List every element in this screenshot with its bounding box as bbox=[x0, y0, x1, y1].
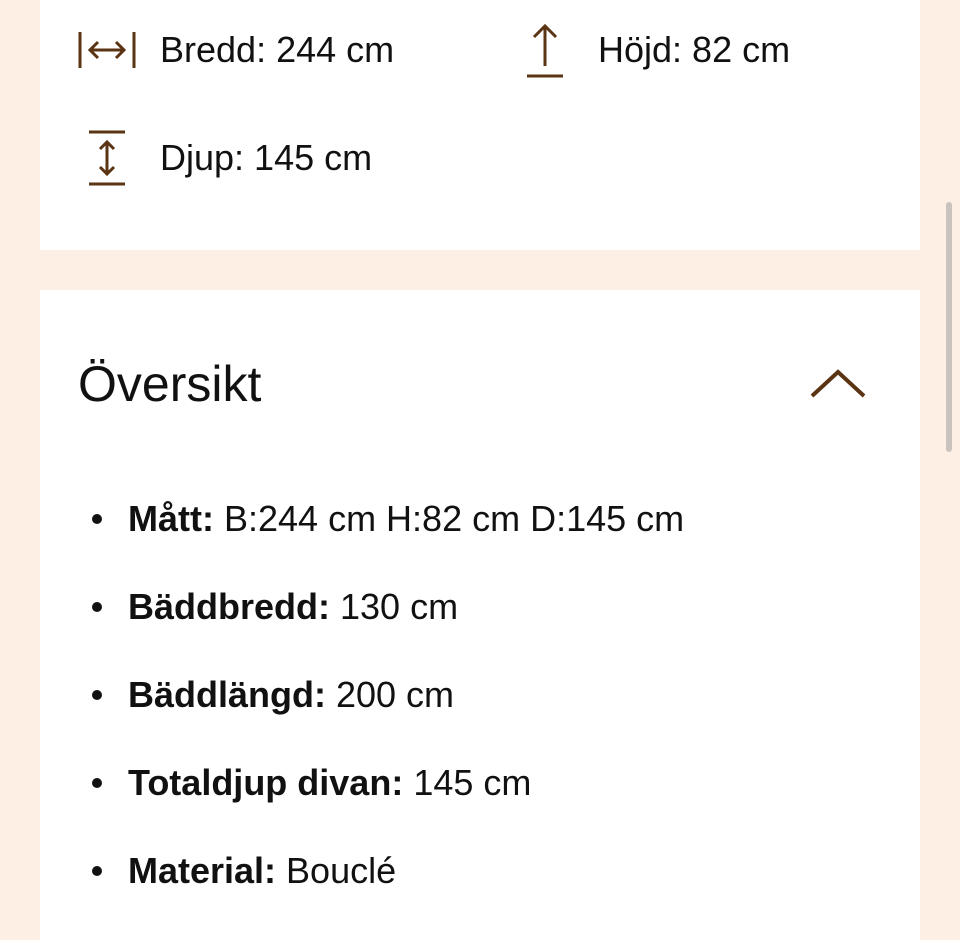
spec-value: Bouclé bbox=[276, 850, 397, 891]
overview-collapse-button[interactable] bbox=[800, 354, 876, 414]
dimension-height-text: Höjd: 82 cm bbox=[598, 29, 791, 70]
depth-arrows-icon bbox=[89, 130, 125, 186]
width-arrows-icon bbox=[78, 32, 136, 68]
height-arrow-up-icon bbox=[527, 23, 563, 78]
spec-item-material: Material: Bouclé bbox=[92, 842, 684, 930]
dimension-width: Bredd: 244 cm bbox=[76, 20, 394, 80]
bullet bbox=[92, 602, 102, 612]
overview-section: Översikt Mått: B:244 cm H:82 cm D:145 cm… bbox=[40, 290, 920, 940]
overview-title: Översikt bbox=[78, 356, 262, 412]
chevron-up-icon bbox=[810, 369, 866, 398]
bullet bbox=[92, 866, 102, 876]
spec-value: 130 cm bbox=[330, 586, 459, 627]
bullet bbox=[92, 778, 102, 788]
spec-value: B:244 cm H:82 cm D:145 cm bbox=[213, 498, 685, 539]
dimension-depth-text: Djup: 145 cm bbox=[160, 137, 373, 178]
spec-item-totaldjup: Totaldjup divan: 145 cm bbox=[92, 754, 684, 842]
spec-item-matt: Mått: B:244 cm H:82 cm D:145 cm bbox=[92, 490, 684, 578]
bullet bbox=[92, 690, 102, 700]
dimension-width-text: Bredd: 244 cm bbox=[160, 29, 395, 70]
bullet bbox=[92, 514, 102, 524]
spec-label: Bäddlängd: bbox=[128, 674, 326, 715]
spec-value: 200 cm bbox=[325, 674, 455, 715]
spec-label: Material: bbox=[128, 850, 277, 891]
dimensions-card: Bredd: 244 cm Höjd: 82 cm Djup: 145 cm bbox=[40, 0, 920, 250]
spec-value: 145 cm bbox=[403, 762, 532, 803]
spec-label: Mått: bbox=[128, 498, 214, 539]
spec-label: Totaldjup divan: bbox=[128, 762, 404, 803]
spec-list: Mått: B:244 cm H:82 cm D:145 cm Bäddbred… bbox=[92, 490, 684, 930]
dimension-depth: Djup: 145 cm bbox=[76, 128, 372, 188]
spec-label: Bäddbredd: bbox=[128, 586, 330, 627]
spec-item-baddlangd: Bäddlängd: 200 cm bbox=[92, 666, 684, 754]
dimension-height: Höjd: 82 cm bbox=[514, 20, 790, 80]
spec-item-baddbredd: Bäddbredd: 130 cm bbox=[92, 578, 684, 666]
scrollbar-thumb[interactable] bbox=[946, 202, 952, 452]
